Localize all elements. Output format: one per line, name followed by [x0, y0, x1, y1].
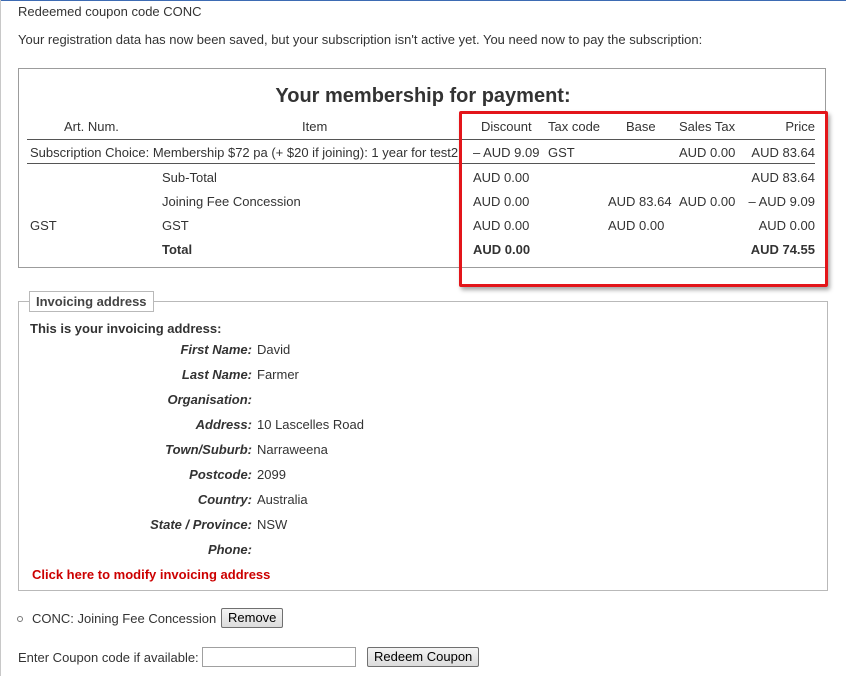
- applied-coupon: CONC: Joining Fee Concession: [32, 611, 217, 626]
- total-item: Total: [162, 242, 193, 257]
- coupon-entry-label: Enter Coupon code if available:: [18, 650, 199, 665]
- invoicing-intro: This is your invoicing address:: [30, 321, 222, 336]
- organisation-label: Organisation:: [167, 392, 252, 407]
- membership-title: Your membership for payment:: [275, 85, 571, 107]
- top-border: [0, 0, 846, 1]
- last-name-value: Farmer: [257, 367, 299, 382]
- gst-item: GST: [162, 218, 189, 233]
- state-label: State / Province:: [150, 517, 252, 532]
- town-label: Town/Suburb:: [165, 442, 252, 457]
- country-label: Country:: [197, 492, 252, 507]
- redeemed-message: Redeemed coupon code CONC: [18, 4, 202, 19]
- postcode-value: 2099: [257, 467, 286, 482]
- address-label: Address:: [195, 417, 252, 432]
- remove-coupon-button[interactable]: Remove: [221, 608, 284, 628]
- state-value: NSW: [257, 517, 288, 532]
- header-item: Item: [302, 119, 328, 134]
- postcode-label: Postcode:: [189, 467, 252, 482]
- country-value: Australia: [257, 492, 308, 507]
- modify-address-link[interactable]: Click here to modify invoicing address: [32, 567, 270, 582]
- header-art-num: Art. Num.: [64, 119, 119, 134]
- saved-message: Your registration data has now been save…: [18, 32, 703, 47]
- first-name-value: David: [257, 342, 291, 357]
- address-value: 10 Lascelles Road: [257, 417, 364, 432]
- bullet-icon: [17, 616, 23, 622]
- last-name-label: Last Name:: [181, 367, 252, 382]
- joining-item: Joining Fee Concession: [162, 194, 301, 209]
- first-name-label: First Name:: [180, 342, 252, 357]
- coupon-code-input[interactable]: [202, 647, 356, 667]
- left-border: [0, 0, 1, 676]
- highlight-box: [459, 111, 828, 287]
- town-value: Narraweena: [257, 442, 328, 457]
- phone-label: Phone:: [207, 542, 252, 557]
- subscription-item: Subscription Choice: Membership $72 pa (…: [30, 145, 459, 160]
- invoicing-legend: Invoicing address: [29, 291, 154, 312]
- redeem-coupon-button[interactable]: Redeem Coupon: [367, 647, 480, 667]
- subtotal-item: Sub-Total: [162, 170, 217, 185]
- gst-art-num: GST: [30, 218, 57, 233]
